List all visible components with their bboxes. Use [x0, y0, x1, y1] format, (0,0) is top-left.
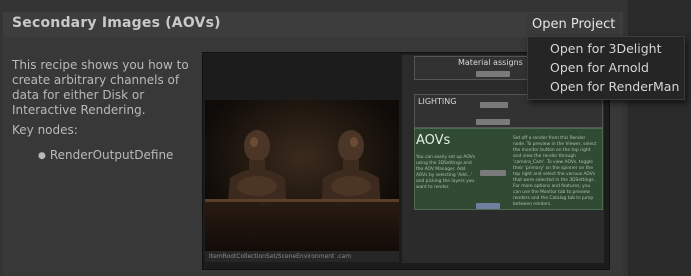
graph-node [480, 102, 508, 108]
menu-item-open-3delight[interactable]: Open for 3Delight [550, 41, 662, 56]
bullet-icon: ● [38, 151, 46, 161]
viewer-status-bar: ItemRootCollectionSet/SceneEnvironment .… [205, 251, 399, 262]
recipe-description: This recipe shows you how to create arbi… [12, 58, 189, 117]
render-viewer [205, 100, 399, 251]
key-node-label: RenderOutputDefine [49, 148, 174, 162]
key-node-item[interactable]: ● RenderOutputDefine [38, 148, 173, 162]
aovs-text-right: Set off a render from this Render node. … [513, 136, 597, 207]
aovs-text-left: You can easily set up AOVs using the 3DS… [416, 155, 476, 190]
open-project-button[interactable]: Open Project [527, 14, 619, 36]
render-node [476, 203, 500, 209]
menu-item-open-renderman[interactable]: Open for RenderMan [550, 79, 679, 94]
lighting-label: LIGHTING [418, 97, 457, 106]
recipe-title: Secondary Images (AOVs) [12, 15, 221, 31]
render-image [205, 100, 399, 251]
material-label: Material assigns [458, 58, 523, 67]
graph-node [476, 119, 510, 125]
key-nodes-label: Key nodes: [12, 123, 78, 137]
graph-node [476, 71, 510, 77]
open-project-menu: Open for 3Delight Open for Arnold Open f… [527, 36, 685, 100]
menu-item-open-arnold[interactable]: Open for Arnold [550, 60, 649, 75]
aovs-title: AOVs [416, 133, 451, 148]
graph-node [480, 170, 506, 176]
